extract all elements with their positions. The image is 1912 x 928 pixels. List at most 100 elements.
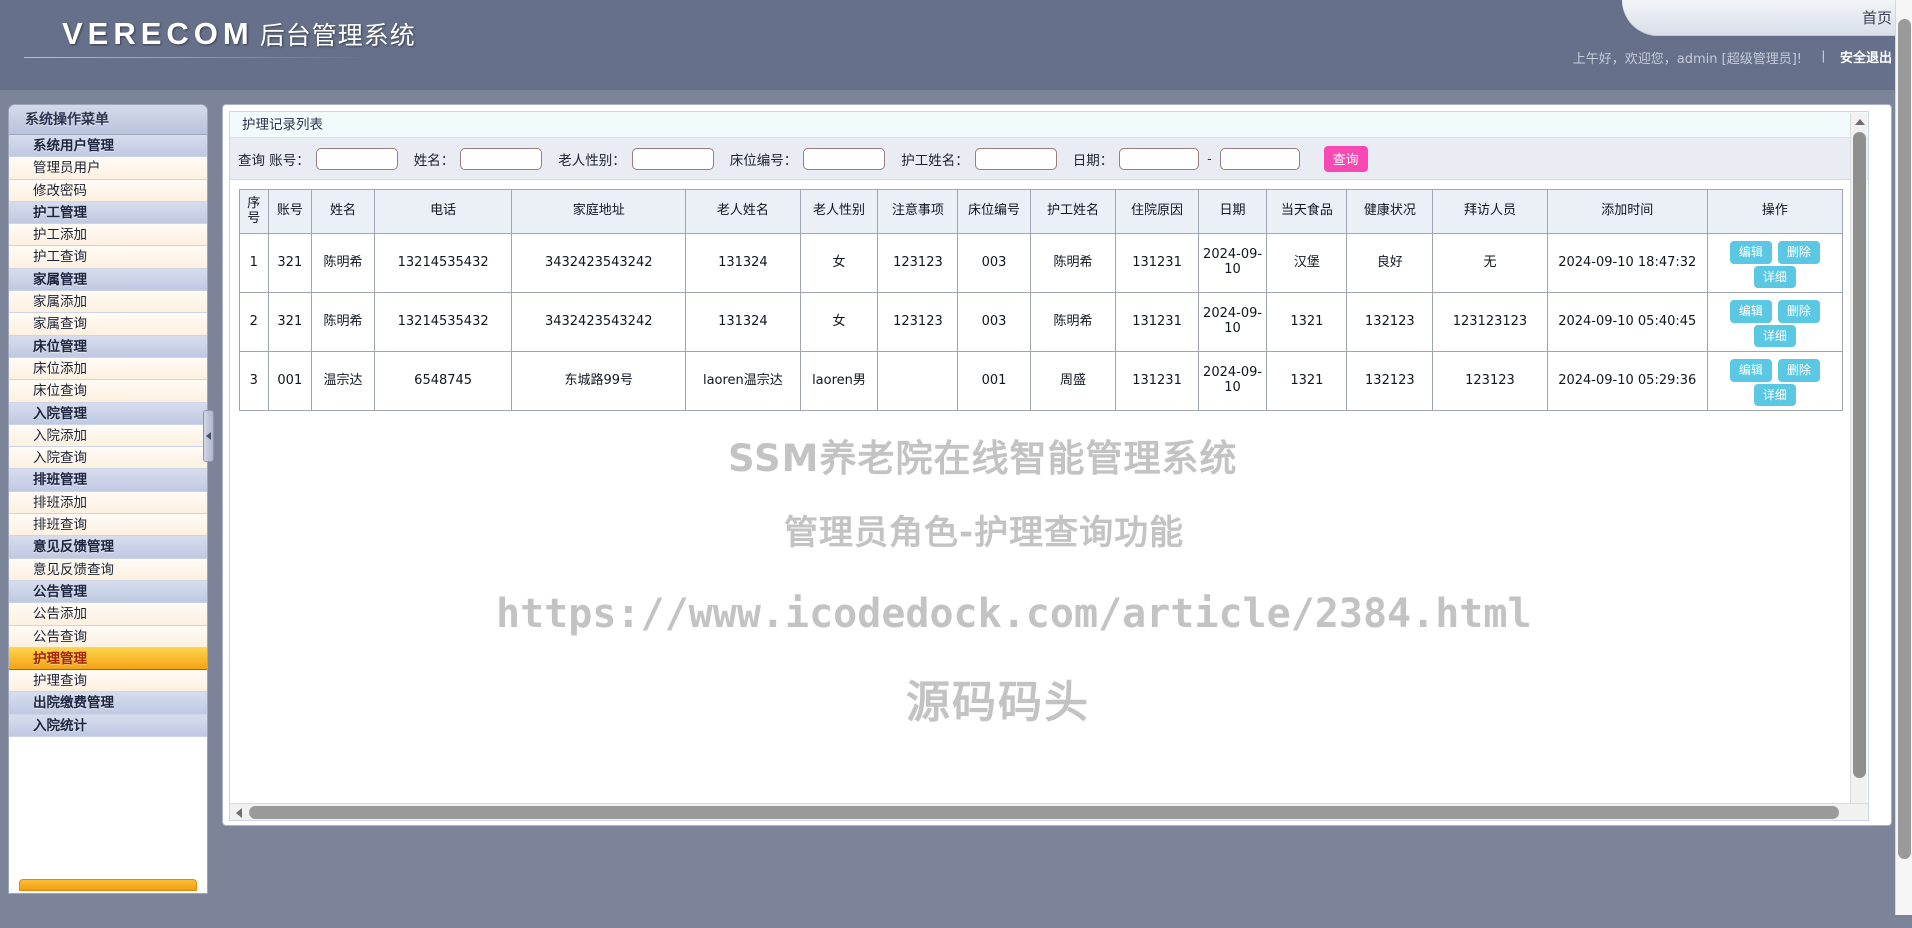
sidebar-item-19[interactable]: 意见反馈查询: [9, 558, 207, 581]
cell-index: 1: [239, 233, 269, 293]
table-header-cell-4: 家庭地址: [511, 189, 687, 234]
brand-name-cn: 后台管理系统: [259, 21, 416, 50]
sidebar-item-17[interactable]: 排班查询: [9, 514, 207, 537]
filter-label-4: 护工姓名：: [901, 152, 969, 169]
panel-horizontal-scrollbar[interactable]: [230, 803, 1868, 820]
cell-health: 132123: [1346, 351, 1434, 411]
delete-button[interactable]: 删除: [1777, 300, 1820, 323]
sidebar-item-23[interactable]: 护理管理: [9, 647, 207, 671]
filter-label-0: 查询 账号：: [238, 152, 310, 169]
cell-nurse_name: 陈明希: [1029, 233, 1117, 293]
page-vertical-scrollbar[interactable]: [1895, 0, 1912, 915]
cell-bed_no: 003: [957, 292, 1031, 352]
sidebar-item-9[interactable]: 床位管理: [9, 335, 207, 358]
sidebar-item-15[interactable]: 排班管理: [9, 469, 207, 492]
cell-health: 132123: [1346, 292, 1434, 352]
cell-phone: 6548745: [373, 351, 513, 411]
cell-date: 2024-09-10: [1197, 292, 1268, 352]
sidebar-item-2[interactable]: 修改密码: [9, 179, 207, 202]
table-header-cell-9: 护工姓名: [1029, 189, 1117, 234]
sidebar-item-13[interactable]: 入院添加: [9, 424, 207, 448]
sidebar-item-0[interactable]: 系统用户管理: [9, 135, 207, 158]
date-to-input[interactable]: [1219, 147, 1300, 170]
filter-group-2: 老人性别：: [558, 147, 714, 170]
date-range-separator: -: [1207, 151, 1212, 166]
brand-divider: [24, 57, 374, 58]
horizontal-scroll-thumb[interactable]: [249, 806, 1839, 819]
cell-nurse_name: 周盛: [1029, 351, 1117, 411]
sidebar-item-8[interactable]: 家属查询: [9, 313, 207, 336]
page-vertical-scroll-thumb[interactable]: [1898, 19, 1911, 859]
sidebar-item-16[interactable]: 排班添加: [9, 491, 207, 515]
vertical-scroll-thumb[interactable]: [1853, 132, 1866, 778]
logout-link[interactable]: 安全退出: [1840, 47, 1892, 66]
edit-button[interactable]: 编辑: [1729, 241, 1772, 264]
filter-label-date: 日期：: [1072, 152, 1114, 169]
sidebar-item-25[interactable]: 出院缴费管理: [9, 692, 207, 715]
cell-visitor: 123123123: [1432, 292, 1548, 352]
scroll-right-arrow-icon[interactable]: [1866, 804, 1868, 820]
cell-food: 1321: [1266, 351, 1348, 411]
watermark-line-2: 管理员角色-护理查询功能: [784, 513, 1185, 553]
cell-name: 陈明希: [311, 292, 375, 352]
cell-elder_name: 131324: [685, 292, 801, 352]
edit-button[interactable]: 编辑: [1729, 300, 1772, 323]
sidebar-item-14[interactable]: 入院查询: [9, 447, 207, 470]
sidebar-item-22[interactable]: 公告查询: [9, 625, 207, 648]
table-header-cell-5: 老人姓名: [685, 189, 801, 234]
table-header-cell-13: 健康状况: [1346, 189, 1434, 234]
table-header-cell-12: 当天食品: [1266, 189, 1348, 234]
watermark-footer: 源码码头: [906, 677, 1090, 728]
scroll-up-arrow-icon[interactable]: [1851, 113, 1868, 130]
cell-notes: 123123: [877, 233, 959, 293]
query-button[interactable]: 查询: [1323, 145, 1368, 172]
sidebar-item-21[interactable]: 公告添加: [9, 603, 207, 626]
page-horizontal-scrollbar[interactable]: [0, 915, 1912, 928]
cell-elder_gender: 女: [799, 233, 879, 293]
cell-actions: 编辑 删除 详细: [1706, 292, 1844, 352]
watermark-url: https://www.icodedock.com/article/2384.h…: [496, 591, 1532, 637]
detail-button[interactable]: 详细: [1753, 265, 1796, 288]
sidebar-item-11[interactable]: 床位查询: [9, 380, 207, 403]
sidebar-item-4[interactable]: 护工添加: [9, 224, 207, 247]
sidebar-item-24[interactable]: 护理查询: [9, 670, 207, 693]
sidebar-collapse-handle[interactable]: [203, 410, 214, 462]
filter-input-1[interactable]: [460, 147, 543, 170]
panel-vertical-scrollbar[interactable]: [1850, 113, 1867, 819]
filter-input-0[interactable]: [315, 147, 398, 170]
delete-button[interactable]: 删除: [1777, 359, 1820, 382]
cell-notes: 123123: [877, 292, 959, 352]
sidebar-item-18[interactable]: 意见反馈管理: [9, 536, 207, 559]
date-from-input[interactable]: [1119, 147, 1200, 170]
filter-input-3[interactable]: [803, 147, 886, 170]
sidebar-item-6[interactable]: 家属管理: [9, 268, 207, 292]
cell-actions: 编辑 删除 详细: [1706, 233, 1844, 293]
sidebar-item-26[interactable]: 入院统计: [9, 714, 207, 738]
sidebar-menu: 系统操作菜单 系统用户管理 管理员用户 修改密码 护工管理 护工添加 护工查询 家属管理 家属…: [8, 104, 208, 894]
sidebar-item-1[interactable]: 管理员用户: [9, 157, 207, 180]
cell-food: 汉堡: [1266, 233, 1348, 293]
sidebar-item-5[interactable]: 护工查询: [9, 246, 207, 269]
table-row: 2 321 陈明希 13214535432 3432423543242 131324 女 12…: [239, 292, 1844, 352]
sidebar-item-7[interactable]: 家属添加: [9, 291, 207, 314]
filter-label-3: 床位编号：: [729, 152, 798, 169]
cell-name: 温宗达: [311, 351, 375, 411]
cell-admit_reason: 131231: [1115, 351, 1199, 411]
scroll-left-arrow-icon[interactable]: [230, 804, 247, 820]
sidebar-item-3[interactable]: 护工管理: [9, 201, 207, 225]
cell-date: 2024-09-10: [1197, 233, 1268, 293]
sidebar-item-12[interactable]: 入院管理: [9, 402, 207, 425]
sidebar-item-20[interactable]: 公告管理: [9, 580, 207, 604]
detail-button[interactable]: 详细: [1753, 324, 1796, 347]
panel-inner: 护理记录列表 查询 账号： 姓名： 老人性别： 床位编号： 护工姓名： 日期： - 查询: [229, 111, 1869, 821]
nav-tab-home[interactable]: 首页: [1622, 0, 1912, 36]
cell-name: 陈明希: [311, 233, 375, 293]
filter-input-4[interactable]: [974, 147, 1057, 170]
edit-button[interactable]: 编辑: [1729, 359, 1772, 382]
header-separator: |: [1821, 48, 1825, 63]
filter-input-2[interactable]: [631, 147, 714, 170]
table-header-cell-0: 序号: [239, 189, 269, 234]
sidebar-item-10[interactable]: 床位添加: [9, 357, 207, 381]
detail-button[interactable]: 详细: [1753, 383, 1796, 406]
delete-button[interactable]: 删除: [1777, 241, 1820, 264]
